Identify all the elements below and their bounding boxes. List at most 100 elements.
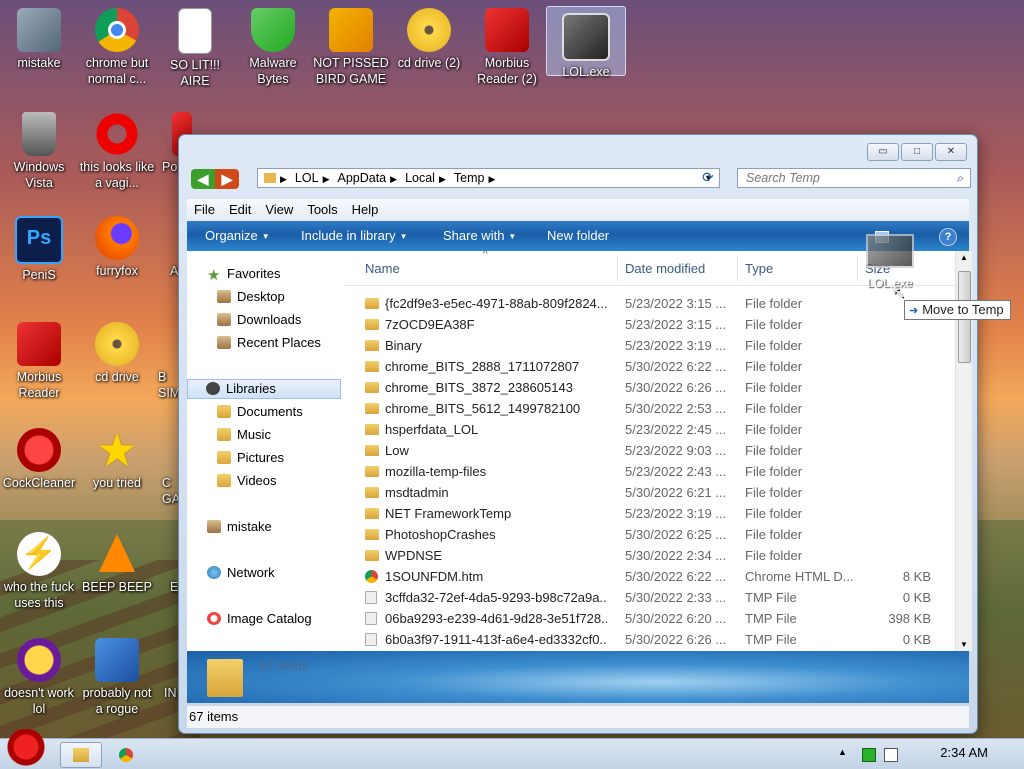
column-divider[interactable] <box>857 255 858 281</box>
breadcrumb-lol[interactable]: LOL <box>295 171 319 185</box>
table-row[interactable]: Low 5/23/2022 9:03 ... File folder <box>345 440 955 461</box>
include-in-library-button[interactable]: Include in library ▼ <box>301 221 408 252</box>
nav-recent-places[interactable]: Recent Places <box>217 334 321 352</box>
table-row[interactable]: 6b0a3f97-1911-413f-a6e4-ed3332cf0... 5/30… <box>345 629 955 650</box>
clock[interactable]: 2:34 AM <box>940 745 988 760</box>
menu-view[interactable]: View <box>258 199 300 221</box>
desktop-icon-windows-vista[interactable]: Windows Vista <box>0 112 78 191</box>
breadcrumb-local[interactable]: Local <box>405 171 435 185</box>
start-button[interactable] <box>4 729 48 769</box>
column-date-modified[interactable]: Date modified <box>625 261 705 276</box>
scroll-up-icon[interactable]: ▲ <box>960 253 968 262</box>
table-row[interactable]: {fc2df9e3-e5ec-4971-88ab-809f2824... 5/23… <box>345 293 955 314</box>
table-row[interactable]: mozilla-temp-files 5/23/2022 2:43 ... File… <box>345 461 955 482</box>
search-icon[interactable]: ⌕ <box>957 169 964 187</box>
table-row[interactable]: WPDNSE 5/30/2022 2:34 ... File folder <box>345 545 955 566</box>
desktop-icon-cd-drive-2[interactable]: cd drive (2) <box>390 8 468 71</box>
nav-videos[interactable]: Videos <box>217 472 277 490</box>
organize-button[interactable]: Organize ▼ <box>205 221 270 252</box>
nav-desktop[interactable]: Desktop <box>217 288 285 306</box>
desktop-icon-solitaire[interactable]: SO LIT!!! AIRE <box>156 8 234 89</box>
desktop-icon-bird-game[interactable]: NOT PISSED BIRD GAME <box>312 8 390 87</box>
folder-icon <box>73 748 89 762</box>
table-row[interactable]: msdtadmin 5/30/2022 6:21 ... File folder <box>345 482 955 503</box>
table-row[interactable]: chrome_BITS_3872_238605143 5/30/2022 6:26… <box>345 377 955 398</box>
back-button[interactable]: ◀ <box>191 169 215 189</box>
desktop-icon-partial-c[interactable]: C GA <box>140 428 180 507</box>
nav-favorites[interactable]: ★ Favorites <box>207 265 280 284</box>
desktop-icon-morbius-reader-2[interactable]: Morbius Reader (2) <box>468 8 546 87</box>
refresh-button[interactable]: ⟳ <box>699 168 717 188</box>
nav-network[interactable]: Network <box>207 564 275 582</box>
close-button[interactable]: ✕ <box>935 143 967 161</box>
file-name: mozilla-temp-files <box>385 464 487 479</box>
menu-edit[interactable]: Edit <box>222 199 258 221</box>
column-type[interactable]: Type <box>745 261 773 276</box>
minimize-button[interactable]: ▭ <box>867 143 899 161</box>
tray-expand-icon[interactable]: ▲ <box>838 747 850 759</box>
taskbar-explorer-button[interactable] <box>60 742 102 768</box>
desktop-icon-label: IN <box>164 686 177 700</box>
explorer-window[interactable]: ▭ □ ✕ ◀ ▶ ▶ LOL ▶ AppData ▶ Local ▶ Temp ▶ ▼ ⟳ Se… <box>178 134 978 734</box>
breadcrumb-separator[interactable]: ▶ <box>323 174 330 184</box>
desktop-icon-partial-po[interactable]: Po <box>140 112 192 175</box>
maximize-button[interactable]: □ <box>901 143 933 161</box>
desktop-icon-partial-in[interactable]: IN <box>140 638 180 701</box>
table-row[interactable]: NET FrameworkTemp 5/23/2022 3:19 ... File … <box>345 503 955 524</box>
breadcrumb-separator[interactable]: ▶ <box>439 174 446 184</box>
breadcrumb-separator[interactable]: ▶ <box>390 174 397 184</box>
table-row[interactable]: Binary 5/23/2022 3:19 ... File folder <box>345 335 955 356</box>
menu-file[interactable]: File <box>187 199 222 221</box>
breadcrumb-appdata[interactable]: AppData <box>337 171 386 185</box>
table-row[interactable]: PhotoshopCrashes 5/30/2022 6:25 ... File f… <box>345 524 955 545</box>
desktop-icon-malwarebytes[interactable]: Malware Bytes <box>234 8 312 87</box>
file-type: TMP File <box>745 632 797 647</box>
table-row[interactable]: 7zOCD9EA38F 5/23/2022 3:15 ... File folder <box>345 314 955 335</box>
column-divider[interactable] <box>617 255 618 281</box>
breadcrumb-separator[interactable]: ▶ <box>488 174 495 184</box>
desktop-icon-label: Po <box>162 160 178 174</box>
forward-button[interactable]: ▶ <box>215 169 239 189</box>
menu-tools[interactable]: Tools <box>300 199 344 221</box>
help-icon[interactable]: ? <box>939 228 957 246</box>
table-row[interactable]: 3cffda32-72ef-4da5-9293-b98c72a9a... 5/30… <box>345 587 955 608</box>
nav-pictures[interactable]: Pictures <box>217 449 284 467</box>
menu-help[interactable]: Help <box>345 199 386 221</box>
desktop-icon-yahoo[interactable]: doesn't work lol <box>0 638 78 717</box>
table-row[interactable]: hsperfdata_LOL 5/23/2022 2:45 ... File fol… <box>345 419 955 440</box>
search-input[interactable]: Search Temp ⌕ <box>737 168 971 188</box>
network-tray-icon[interactable] <box>862 748 876 762</box>
table-row[interactable]: 1SOUNFDM.htm 5/30/2022 6:22 ... Chrome HTM… <box>345 566 955 587</box>
volume-icon[interactable] <box>884 748 898 762</box>
column-name[interactable]: Name <box>365 261 400 276</box>
desktop-icon-morbius-reader[interactable]: Morbius Reader <box>0 322 78 401</box>
nav-downloads[interactable]: Downloads <box>217 311 301 329</box>
nav-user-mistake[interactable]: mistake <box>207 518 272 536</box>
file-name: hsperfdata_LOL <box>385 422 479 437</box>
file-type: File folder <box>745 338 803 353</box>
folder-icon <box>365 340 379 351</box>
nav-libraries[interactable]: Libraries <box>187 379 341 399</box>
share-with-button[interactable]: Share with ▼ <box>443 221 516 252</box>
desktop-icon-mistake[interactable]: mistake <box>0 8 78 71</box>
table-row[interactable]: chrome_BITS_2888_1711072807 5/30/2022 6:2… <box>345 356 955 377</box>
nav-image-catalog[interactable]: Image Catalog <box>207 610 312 628</box>
desktop-icon-partial-a[interactable]: A <box>140 216 180 279</box>
desktop-icon-photoshop[interactable]: Ps PeniS <box>0 216 78 283</box>
address-bar[interactable]: ▶ LOL ▶ AppData ▶ Local ▶ Temp ▶ ▼ <box>257 168 720 188</box>
desktop-icon-who-uses-this[interactable]: ⚡ who the fuck uses this <box>0 532 78 611</box>
new-folder-button[interactable]: New folder <box>547 221 609 251</box>
table-row[interactable]: chrome_BITS_5612_1499782100 5/30/2022 2:5… <box>345 398 955 419</box>
desktop-icon-partial-b[interactable]: B SIM <box>140 322 180 401</box>
breadcrumb-temp[interactable]: Temp <box>454 171 485 185</box>
desktop-icon-partial-e[interactable]: E <box>140 532 180 595</box>
desktop-icon-ccleaner[interactable]: CockCleaner <box>0 428 78 491</box>
taskbar-chrome-button[interactable] <box>106 742 148 768</box>
table-row[interactable]: 06ba9293-e239-4d61-9d28-3e51f728... 5/30/… <box>345 608 955 629</box>
desktop-icon-lol-exe[interactable]: LOL.exe <box>546 6 626 79</box>
column-divider[interactable] <box>737 255 738 281</box>
desktop-icon-chrome[interactable]: chrome but normal c... <box>78 8 156 87</box>
scroll-down-icon[interactable]: ▼ <box>960 640 968 649</box>
nav-documents[interactable]: Documents <box>217 403 303 421</box>
nav-music[interactable]: Music <box>217 426 271 444</box>
